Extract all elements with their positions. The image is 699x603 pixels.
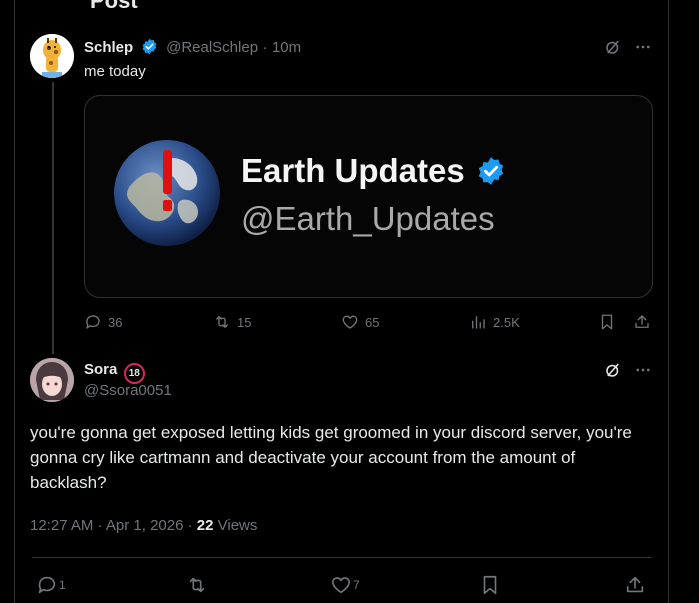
avatar[interactable] xyxy=(30,34,74,78)
reply-icon xyxy=(38,576,56,594)
post-timestamp[interactable]: 12:27 AM · Apr 1, 2026 · xyxy=(30,517,193,534)
user-handle[interactable]: @RealSchlep xyxy=(166,39,258,56)
share-button[interactable] xyxy=(633,313,651,331)
thread-line xyxy=(52,82,54,354)
repost-icon xyxy=(189,577,205,593)
reply-count: 36 xyxy=(108,314,123,330)
verified-badge-icon xyxy=(142,38,157,55)
bookmark-button[interactable] xyxy=(598,313,616,331)
bookmark-icon xyxy=(483,575,497,595)
timeline-column: Post Schlep @RealSchlep · 10m me today E… xyxy=(14,0,669,603)
reply-button[interactable]: 36 xyxy=(84,313,122,331)
post-text: you're gonna get exposed letting kids ge… xyxy=(30,423,632,492)
media-handle: @Earth_Updates xyxy=(241,200,495,237)
media-title: Earth Updates xyxy=(241,152,506,190)
views-count: 2.5K xyxy=(493,314,520,330)
views-button[interactable]: 2.5K xyxy=(469,313,520,331)
column-border-right xyxy=(668,0,669,603)
media-name: Earth Updates xyxy=(241,152,465,189)
like-count: 7 xyxy=(353,578,360,592)
post-text: me today xyxy=(84,63,146,80)
like-count: 65 xyxy=(365,314,380,330)
heart-icon xyxy=(342,315,358,329)
age-badge-icon: 18 xyxy=(123,363,145,384)
repost-button[interactable] xyxy=(186,574,208,596)
page-title: Post xyxy=(90,0,138,13)
giraffe-avatar-icon xyxy=(30,34,74,78)
like-button[interactable]: 7 xyxy=(330,574,360,596)
earth-image xyxy=(114,140,220,246)
more-options-icon[interactable] xyxy=(634,361,652,384)
age-badge-label: 18 xyxy=(128,368,140,379)
post-time[interactable]: 10m xyxy=(272,39,301,56)
views-label: Views xyxy=(217,517,258,534)
views-icon xyxy=(472,316,485,329)
avatar[interactable] xyxy=(30,358,74,402)
column-border-left xyxy=(14,0,15,603)
heart-icon xyxy=(331,577,351,594)
anime-avatar-icon xyxy=(30,358,74,402)
media-verified-badge-icon xyxy=(478,157,504,185)
post-header: Schlep @RealSchlep · 10m xyxy=(84,38,301,57)
share-button[interactable] xyxy=(624,574,646,596)
display-name[interactable]: Sora xyxy=(84,361,117,378)
bookmark-button[interactable] xyxy=(479,574,501,596)
grok-icon[interactable] xyxy=(604,361,622,384)
display-name[interactable]: Schlep xyxy=(84,39,133,56)
repost-button[interactable]: 15 xyxy=(213,313,251,331)
post-meta: 12:27 AM · Apr 1, 2026 · 22 Views xyxy=(30,517,257,534)
grok-icon[interactable] xyxy=(604,38,622,61)
share-icon xyxy=(635,315,649,328)
divider xyxy=(32,557,652,558)
reply-post-header: Sora 18 xyxy=(84,361,145,384)
views-count: 22 xyxy=(196,517,214,534)
post-media[interactable]: Earth Updates @Earth_Updates xyxy=(84,95,653,298)
share-icon xyxy=(626,576,644,593)
more-options-icon[interactable] xyxy=(634,38,652,61)
separator: · xyxy=(262,39,268,56)
reply-button[interactable]: 1 xyxy=(36,574,66,596)
like-button[interactable]: 65 xyxy=(341,313,379,331)
user-handle[interactable]: @Ssora0051 xyxy=(84,382,172,399)
repost-icon xyxy=(216,316,228,328)
repost-count: 15 xyxy=(237,314,252,330)
reply-icon xyxy=(86,315,100,329)
bookmark-icon xyxy=(601,314,613,330)
reply-count: 1 xyxy=(59,578,66,592)
